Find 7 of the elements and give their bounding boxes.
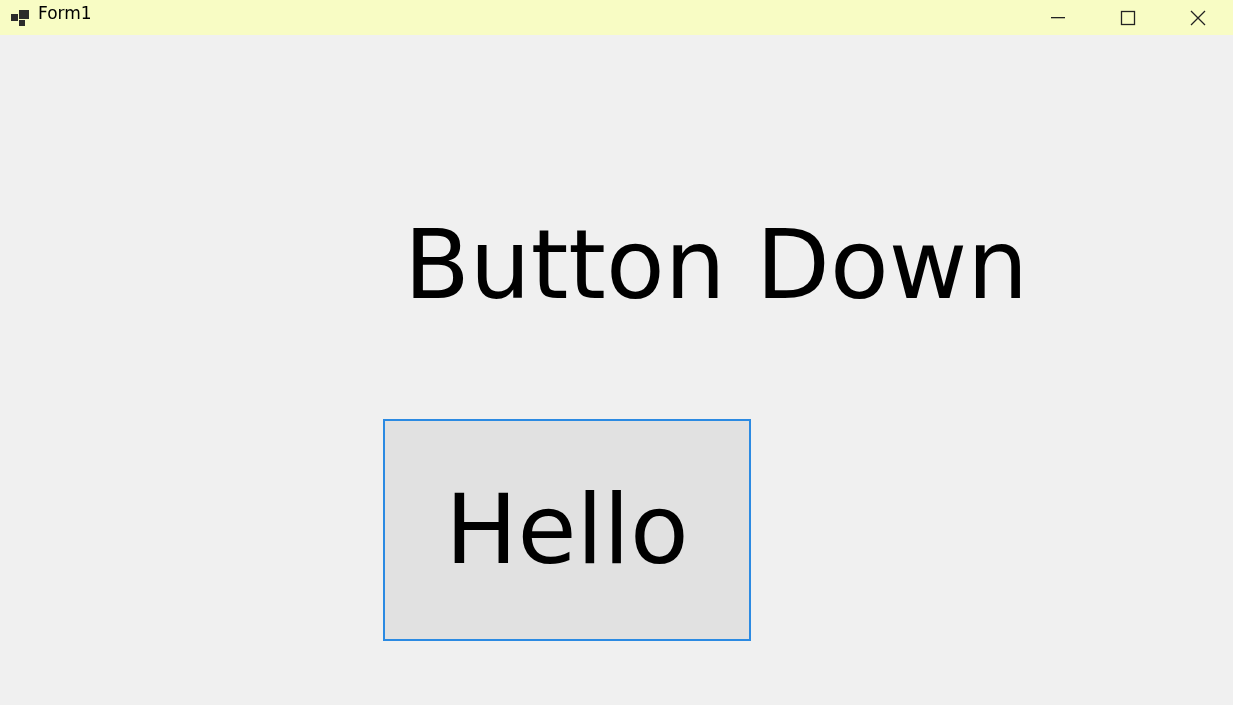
maximize-icon — [1120, 9, 1136, 26]
window-title: Form1 — [38, 2, 93, 25]
app-icon — [11, 9, 29, 26]
close-icon — [1190, 9, 1206, 26]
hello-button[interactable]: Hello — [383, 418, 751, 641]
minimize-icon — [1050, 16, 1066, 19]
label-text: Button Down — [404, 213, 1029, 319]
